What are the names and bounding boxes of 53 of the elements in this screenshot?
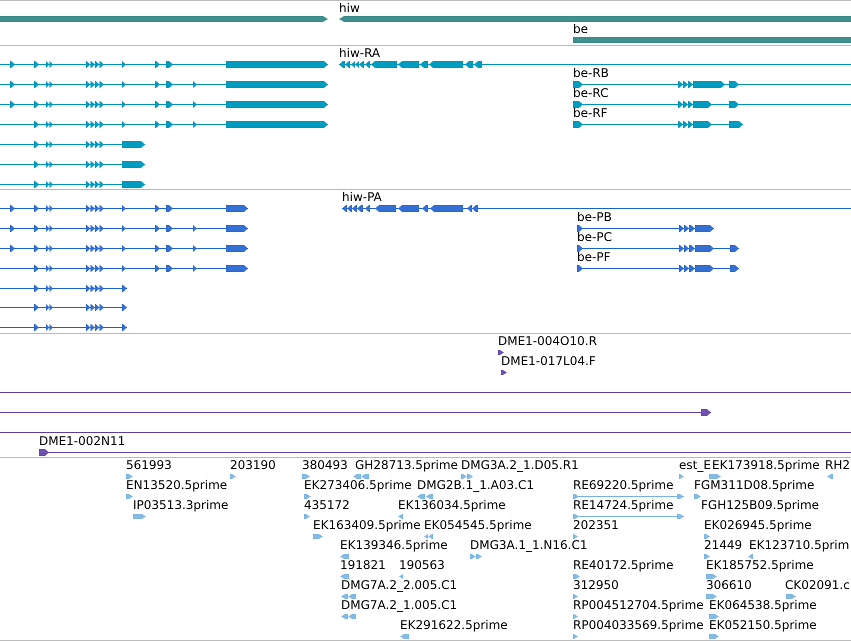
feature-label: FGH125B09.5prime <box>701 498 820 512</box>
feature-label: DMG2B.1_1.A03.C1 <box>417 478 534 492</box>
feature-label: EK064538.5prime <box>709 598 817 612</box>
feature-label: RE14724.5prime <box>573 498 674 512</box>
feature-label: 435172 <box>304 498 350 512</box>
feature-label: EK136034.5prime <box>398 498 506 512</box>
feature-label: EK123710.5prim <box>749 538 850 552</box>
feature-label: 306610 <box>706 578 752 592</box>
feature-label: EK052150.5prime <box>709 618 817 632</box>
feature-label: 203190 <box>230 458 276 472</box>
feature-label: EK026945.5prime <box>704 518 812 532</box>
feature-label: be-PC <box>577 230 612 244</box>
feature-label: EK054545.5prime <box>424 518 532 532</box>
feature-label: EK139346.5prime <box>340 538 448 552</box>
feature-label: DMG7A.2_2.005.C1 <box>341 578 458 592</box>
feature-label: be <box>573 22 588 36</box>
feature-label: RE69220.5prime <box>573 478 674 492</box>
feature-label: DME1-004O10.R <box>498 334 597 348</box>
feature-label: EK273406.5prime <box>304 478 412 492</box>
feature-label: hiw-RA <box>339 46 380 60</box>
feature-label: EK291622.5prime <box>400 618 508 632</box>
feature-label: be-RB <box>573 66 609 80</box>
feature-label: EN13520.5prime <box>126 478 228 492</box>
feature-label: 312950 <box>573 578 619 592</box>
feature-label: DMG7A.2_1.005.C1 <box>341 598 458 612</box>
feature-label: GH28713.5prime <box>355 458 458 472</box>
feature-label: EK163409.5prime <box>313 518 421 532</box>
feature-label: RP004512704.5prime <box>573 598 704 612</box>
feature-label: DME1-017L04.F <box>501 354 596 368</box>
feature-label: be-PF <box>577 250 610 264</box>
feature-label: 561993 <box>126 458 172 472</box>
feature-label: be-PB <box>577 210 612 224</box>
feature-label: hiw <box>339 1 360 15</box>
feature-label: EK173918.5prime <box>712 458 820 472</box>
feature-label: 190563 <box>399 558 445 572</box>
feature-label: 202351 <box>573 518 619 532</box>
feature-label: DME1-002N11 <box>39 434 126 448</box>
feature-label: be-RC <box>573 86 608 100</box>
feature-label: RE40172.5prime <box>573 558 674 572</box>
feature-label: 191821 <box>340 558 386 572</box>
feature-label: est_E <box>679 458 711 472</box>
feature-label: RH2 <box>825 458 850 472</box>
feature-label: EK185752.5prime <box>706 558 814 572</box>
feature-label: FGM311D08.5prime <box>694 478 814 492</box>
feature-label: RP004033569.5prime <box>573 618 704 632</box>
feature-label: CK02091.c <box>785 578 850 592</box>
feature-label: DMG3A.2_1.D05.R1 <box>461 458 579 472</box>
feature-label: IP03513.3prime <box>133 498 228 512</box>
feature-label: hiw-PA <box>342 190 382 204</box>
feature-label: DMG3A.1_1.N16.C1 <box>470 538 588 552</box>
feature-label: 380493 <box>302 458 348 472</box>
feature-label: be-RF <box>573 106 608 120</box>
feature-label: 21449 <box>704 538 742 552</box>
